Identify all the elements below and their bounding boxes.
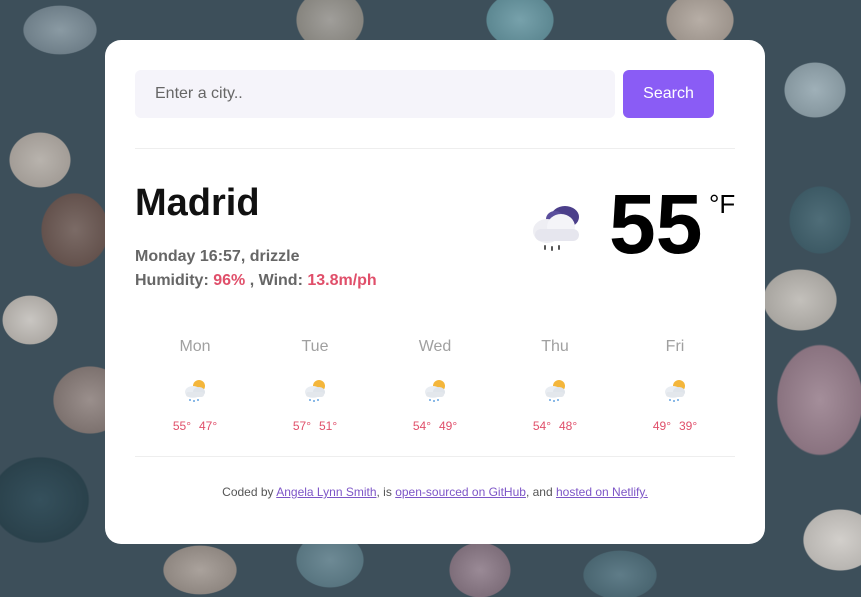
forecast-low: 48° <box>559 419 578 433</box>
forecast-temps: 49° 39° <box>615 419 735 433</box>
forecast-high: 49° <box>652 419 671 433</box>
current-temperature: 55 <box>609 177 703 271</box>
forecast-high: 57° <box>292 419 311 433</box>
temperature-unit: °F <box>709 189 736 219</box>
sun-cloud-rain-icon <box>425 380 445 402</box>
forecast-low: 39° <box>679 419 698 433</box>
sun-cloud-rain-icon <box>305 380 325 402</box>
city-search-input[interactable] <box>135 70 615 118</box>
datetime-condition: Monday 16:57, drizzle <box>135 248 300 265</box>
weather-details: Monday 16:57, drizzle Humidity: 96% , Wi… <box>135 245 377 293</box>
weather-card: Search Madrid Monday 16:57, drizzle Humi… <box>105 40 765 544</box>
forecast-list: Mon 55° 47° Tue 57° 51° Wed 54° 49° Thu … <box>135 336 735 456</box>
forecast-day-name: Wed <box>418 338 452 355</box>
forecast-day-name: Mon <box>179 338 211 355</box>
forecast-temps: 54° 48° <box>495 419 615 433</box>
forecast-temps: 54° 49° <box>375 419 495 433</box>
search-button[interactable]: Search <box>623 70 714 118</box>
forecast-day: Mon 55° 47° <box>135 336 255 456</box>
forecast-low: 47° <box>199 419 218 433</box>
forecast-low: 49° <box>439 419 458 433</box>
forecast-day: Wed 54° 49° <box>375 336 495 456</box>
forecast-day: Thu 54° 48° <box>495 336 615 456</box>
forecast-day: Tue 57° 51° <box>255 336 375 456</box>
current-weather: Madrid Monday 16:57, drizzle Humidity: 9… <box>135 149 735 299</box>
forecast-high: 54° <box>412 419 431 433</box>
sun-cloud-rain-icon <box>665 380 685 402</box>
search-form: Search <box>135 70 735 118</box>
city-name: Madrid <box>135 182 260 224</box>
forecast-low: 51° <box>319 419 338 433</box>
footer: Coded by Angela Lynn Smith, is open-sour… <box>135 485 735 499</box>
author-link[interactable]: Angela Lynn Smith <box>276 485 376 499</box>
github-link[interactable]: open-sourced on GitHub <box>395 485 526 499</box>
netlify-link[interactable]: hosted on Netlify. <box>556 485 648 499</box>
humidity-wind-line: Humidity: 96% , Wind: 13.8m/ph <box>135 269 377 293</box>
humidity-value: 96% <box>213 272 246 289</box>
wind-value: 13.8m/ph <box>307 272 377 289</box>
forecast-high: 54° <box>532 419 551 433</box>
sun-cloud-rain-icon <box>545 380 565 402</box>
forecast-temps: 57° 51° <box>255 419 375 433</box>
footer-sep1: , is <box>376 485 392 499</box>
divider-bottom <box>135 456 735 457</box>
rain-cloud-icon <box>533 206 579 251</box>
forecast-temps: 55° 47° <box>135 419 255 433</box>
forecast-day-name: Tue <box>301 338 329 355</box>
humidity-label: Humidity: <box>135 272 209 289</box>
footer-prefix: Coded by <box>222 485 274 499</box>
forecast-day: Fri 49° 39° <box>615 336 735 456</box>
footer-sep2: , and <box>525 485 553 499</box>
wind-label: , Wind: <box>249 272 303 289</box>
sun-cloud-rain-icon <box>185 380 205 402</box>
forecast-day-name: Fri <box>665 338 685 355</box>
forecast-high: 55° <box>172 419 191 433</box>
forecast-day-name: Thu <box>541 338 569 355</box>
